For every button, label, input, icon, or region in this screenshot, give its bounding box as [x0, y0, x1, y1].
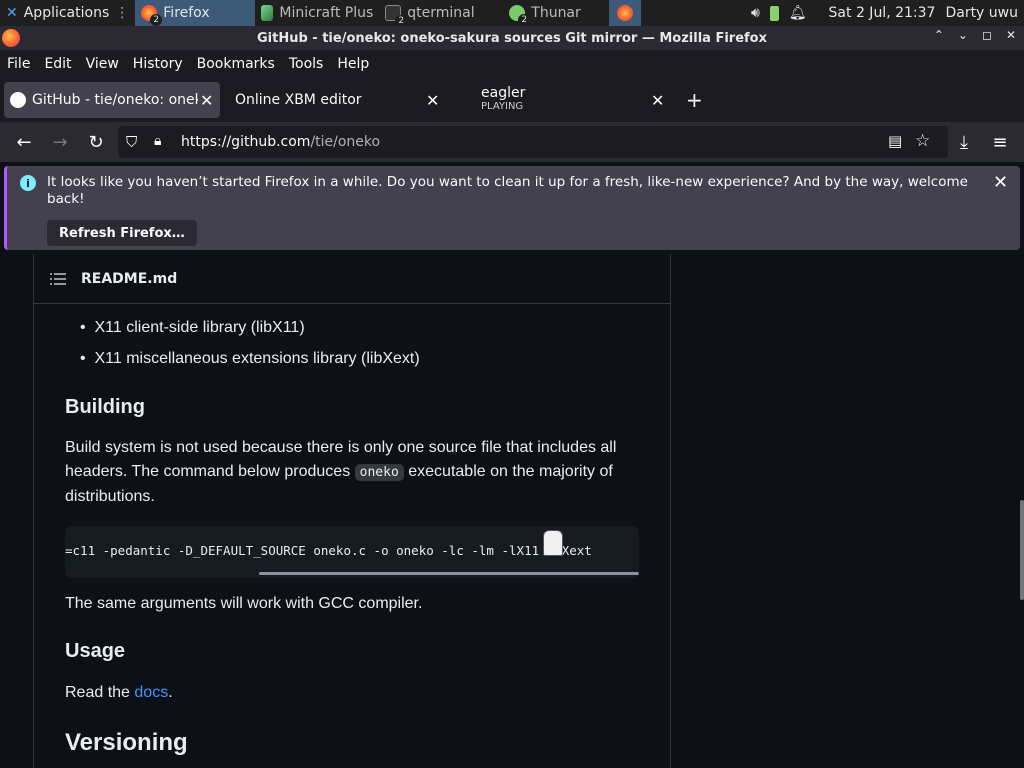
notification-message: It looks like you haven’t started Firefo… [47, 174, 968, 207]
tab-label: Online XBM editor [235, 92, 362, 108]
window-count-badge: 2 [150, 14, 163, 26]
list-item: • X11 client-side library (libX11) [80, 319, 305, 336]
readme-filename[interactable]: README.md [81, 271, 177, 287]
firefox-logo-icon [2, 29, 20, 47]
battery-icon[interactable] [769, 5, 779, 21]
menu-help[interactable]: Help [330, 56, 376, 72]
usage-paragraph: Read the docs. [65, 684, 173, 701]
taskbar-item-firefox-2[interactable] [609, 0, 641, 26]
taskbar-item-qterminal[interactable]: 2 qterminal [379, 0, 503, 27]
page-content: README.md • X11 client-side library (lib… [0, 254, 1024, 768]
taskbar-item-firefox[interactable]: 2 Firefox [135, 0, 256, 26]
refresh-firefox-button[interactable]: Refresh Firefox… [47, 220, 197, 246]
window-controls: ⌃ ⌄ ◻ ✕ [934, 28, 1016, 42]
versioning-heading: Versioning [65, 729, 188, 756]
menu-handle-icon: ⋮ [115, 5, 130, 21]
hamburger-menu-icon[interactable]: ≡ [988, 130, 1012, 154]
firefox-icon [617, 5, 633, 21]
page-scrollbar[interactable] [1020, 500, 1024, 600]
tab-github[interactable]: GitHub - tie/oneko: oneko-s ✕ [4, 82, 220, 118]
menu-history[interactable]: History [126, 56, 190, 72]
applications-label: Applications [23, 5, 110, 21]
volume-icon[interactable]: 🔊︎ [751, 5, 760, 21]
menu-bookmarks[interactable]: Bookmarks [190, 56, 282, 72]
taskbar-item-label: Thunar [531, 5, 581, 21]
window-title: GitHub - tie/oneko: oneko-sakura sources… [256, 30, 767, 46]
build-command-text: =c11 -pedantic -D_DEFAULT_SOURCE oneko.c… [65, 543, 592, 558]
url-text: https://github.com/tie/oneko [181, 134, 381, 150]
dependency-list: • X11 client-side library (libX11) • X11… [80, 316, 420, 371]
downloads-icon[interactable]: ⤓ [952, 130, 976, 154]
taskbar-item-label: qterminal [407, 5, 475, 21]
new-tab-button[interactable]: + [686, 88, 703, 112]
terminal-icon: 2 [385, 5, 408, 27]
readme-header: README.md [34, 254, 670, 304]
list-icon[interactable] [50, 272, 66, 286]
notification-bell-icon[interactable]: 🔔︎ [789, 5, 807, 21]
gcc-note: The same arguments will work with GCC co… [65, 595, 423, 612]
clock[interactable]: Sat 2 Jul, 21:37 [829, 5, 936, 21]
reload-button[interactable]: ↻ [84, 130, 108, 154]
forward-button[interactable]: → [48, 130, 72, 154]
menu-edit[interactable]: Edit [37, 56, 78, 72]
thunar-icon: 2 [509, 5, 531, 26]
codeblock-scrollbar[interactable] [259, 572, 639, 575]
system-tray: 🔊︎ 🔔︎ Sat 2 Jul, 21:37 Darty uwu [751, 0, 1024, 26]
oneko-cat-icon [543, 530, 563, 556]
reader-view-icon[interactable]: ▤ [888, 132, 902, 150]
applications-menu[interactable]: ✕ Applications ⋮ [0, 0, 135, 26]
menu-view[interactable]: View [79, 56, 126, 72]
minicraft-icon [261, 5, 274, 21]
taskbar-item-label: Firefox [163, 5, 210, 21]
navigation-bar: ← → ↻ ⛉ 🔒︎ https://github.com/tie/oneko … [0, 122, 1024, 162]
menu-file[interactable]: File [0, 56, 37, 72]
close-tab-icon[interactable]: ✕ [200, 91, 213, 110]
back-button[interactable]: ← [12, 130, 36, 154]
maximize-icon[interactable]: ◻ [982, 28, 992, 42]
taskbar-item-label: Minicraft Plus [279, 5, 374, 21]
lock-icon[interactable]: 🔒︎ [154, 133, 161, 149]
github-icon [10, 92, 26, 108]
close-icon[interactable]: ✕ [1006, 28, 1016, 42]
chevron-up-icon[interactable]: ⌃ [934, 28, 944, 42]
firefox-icon: 2 [141, 5, 163, 26]
readme-box: README.md • X11 client-side library (lib… [33, 254, 671, 768]
inline-code-oneko: oneko [354, 464, 404, 481]
bookmark-star-icon[interactable]: ☆ [915, 131, 930, 151]
tab-eagler[interactable]: eagler PLAYING ✕ [470, 82, 670, 118]
tab-label: GitHub - tie/oneko: oneko-s [32, 92, 198, 108]
url-bar[interactable]: ⛉ 🔒︎ https://github.com/tie/oneko ▤ ☆ [118, 126, 948, 158]
taskbar: ✕ Applications ⋮ 2 Firefox Minicraft Plu… [0, 0, 1024, 27]
window-titlebar[interactable]: GitHub - tie/oneko: oneko-sakura sources… [0, 26, 1024, 50]
menu-bar: File Edit View History Bookmarks Tools H… [0, 50, 1024, 78]
user-name[interactable]: Darty uwu [945, 5, 1018, 21]
xfce-icon: ✕ [6, 5, 18, 21]
docs-link[interactable]: docs [134, 684, 168, 701]
close-notification-icon[interactable]: ✕ [993, 172, 1008, 193]
menu-tools[interactable]: Tools [282, 56, 331, 72]
tab-playing-status: PLAYING [481, 101, 524, 112]
build-command-codeblock[interactable]: =c11 -pedantic -D_DEFAULT_SOURCE oneko.c… [65, 526, 639, 578]
tab-xbm-editor[interactable]: Online XBM editor ✕ [224, 82, 448, 118]
building-heading: Building [65, 396, 145, 418]
building-paragraph: Build system is not used because there i… [65, 439, 617, 505]
window-count-badge: 2 [518, 14, 531, 26]
tracking-protection-shield-icon[interactable]: ⛉ [126, 133, 137, 151]
close-tab-icon[interactable]: ✕ [651, 91, 664, 110]
usage-heading: Usage [65, 640, 126, 662]
list-item: • X11 miscellaneous extensions library (… [80, 350, 420, 367]
tab-label: eagler [481, 85, 526, 101]
refresh-firefox-notification: i It looks like you haven’t started Fire… [4, 166, 1020, 250]
close-tab-icon[interactable]: ✕ [426, 91, 439, 110]
minimize-icon[interactable]: ⌄ [958, 28, 968, 42]
info-icon: i [20, 175, 36, 191]
taskbar-item-minicraft[interactable]: Minicraft Plus [255, 0, 379, 26]
tab-bar: GitHub - tie/oneko: oneko-s ✕ Online XBM… [0, 78, 1024, 122]
